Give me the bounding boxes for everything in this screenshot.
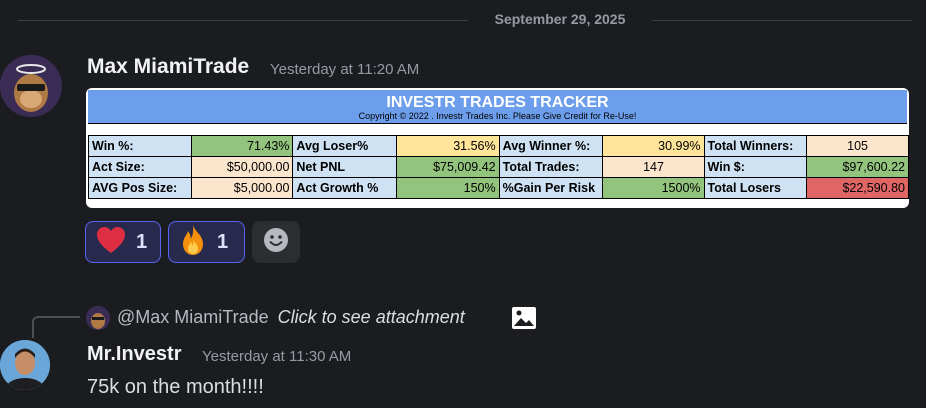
image-icon [511,306,537,330]
table-cell: $75,009.42 [395,156,500,178]
table-row: Act Size: $50,000.00 Net PNL $75,009.42 … [88,156,909,178]
username[interactable]: Max MiamiTrade [87,55,249,79]
table-cell: AVG Pos Size: [88,177,192,199]
table-cell: Win $: [703,156,808,178]
timestamp[interactable]: Yesterday at 11:30 AM [202,348,351,365]
reaction-heart[interactable]: 1 [85,221,161,263]
table-cell: 147 [602,156,705,178]
avatar[interactable] [0,55,62,117]
table-cell: Total Losers [703,177,808,199]
table-cell: 31.56% [395,135,500,157]
table-cell: $97,600.22 [806,156,909,178]
table-cell: Total Trades: [498,156,604,178]
username[interactable]: Mr.Investr [87,343,181,366]
reaction-fire[interactable]: 1 [168,221,245,263]
reaction-count: 1 [217,230,229,253]
table-cell: 71.43% [190,135,294,157]
table-cell: $22,590.80 [806,177,909,199]
table-cell: $5,000.00 [190,177,294,199]
attachment-image[interactable]: INVESTR TRADES TRACKER Copyright © 2022 … [86,88,909,208]
table-row: Win %: 71.43% Avg Loser% 31.56% Avg Winn… [88,135,909,157]
reply-preview[interactable]: @Max MiamiTrade Click to see attachment [117,307,465,328]
table-cell: %Gain Per Risk [498,177,604,199]
heart-icon [96,226,126,258]
table-cell: Avg Winner %: [498,135,604,157]
add-reaction-button[interactable] [252,221,300,263]
reply-attachment-text[interactable]: Click to see attachment [278,307,465,327]
table-cell: Win %: [88,135,192,157]
reaction-count: 1 [136,230,148,253]
avatar[interactable] [0,340,50,390]
table-cell: 30.99% [602,135,705,157]
table-cell: 1500% [602,177,705,199]
tracker-table: Win %: 71.43% Avg Loser% 31.56% Avg Winn… [88,135,909,199]
reply-avatar[interactable] [86,306,110,330]
date-divider: September 29, 2025 [0,9,926,33]
reply-mention[interactable]: @Max MiamiTrade [117,307,269,327]
sheet-copyright: Copyright © 2022 . Investr Trades Inc. P… [358,111,637,121]
divider-date: September 29, 2025 [494,11,626,27]
table-cell: Total Winners: [703,135,808,157]
table-cell: 105 [806,135,909,157]
table-cell: Avg Loser% [292,135,397,157]
table-row: AVG Pos Size: $5,000.00 Act Growth % 150… [88,177,909,199]
table-cell: 150% [395,177,500,199]
sheet-title-bar: INVESTR TRADES TRACKER Copyright © 2022 … [88,90,907,124]
divider-line-right [652,20,912,21]
table-cell: Act Size: [88,156,192,178]
timestamp[interactable]: Yesterday at 11:20 AM [270,61,419,78]
sheet-title: INVESTR TRADES TRACKER [386,94,609,111]
table-cell: Act Growth % [292,177,397,199]
smiley-icon [263,227,289,257]
table-cell: $50,000.00 [190,156,294,178]
fire-icon [179,224,207,260]
message-text: 75k on the month!!!! [87,376,264,398]
table-cell: Net PNL [292,156,397,178]
divider-line-left [18,20,468,21]
reply-connector [32,316,80,338]
